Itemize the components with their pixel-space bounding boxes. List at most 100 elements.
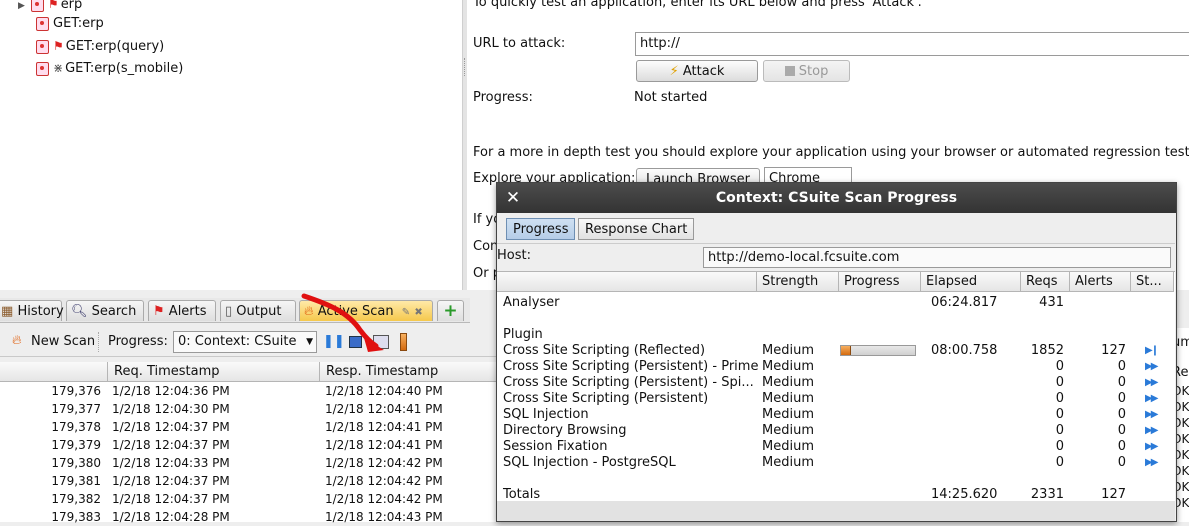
- row-resp-timestamp: 1/2/18 12:04:40 PM: [325, 384, 443, 398]
- plugin-name: Cross Site Scripting (Persistent) - Spi.…: [503, 375, 754, 390]
- pending-icon[interactable]: ▶▶: [1145, 375, 1158, 391]
- host-row: Host: http://demo-local.fcsuite.com: [497, 243, 1175, 270]
- analyser-elapsed: 06:24.817: [931, 295, 998, 310]
- plugin-reqs: 0: [1055, 359, 1064, 374]
- pending-icon[interactable]: ▶▶: [1145, 439, 1158, 455]
- tree-node-get-erp-query[interactable]: ⚑ GET:erp(query): [36, 36, 164, 56]
- tab-alerts[interactable]: ⚑ Alerts: [148, 300, 216, 321]
- column-header-progress[interactable]: Progress: [839, 272, 921, 292]
- plugin-strength: Medium: [762, 455, 814, 470]
- stop-button-label: Stop: [798, 64, 829, 79]
- column-header-strength[interactable]: Strength: [757, 272, 839, 292]
- plugin-progress-table: Strength Progress Elapsed Reqs Alerts St…: [497, 271, 1175, 502]
- plugin-strength: Medium: [762, 439, 814, 454]
- explore-description: For a more in depth test you should expl…: [473, 145, 1189, 160]
- column-header-id[interactable]: [0, 362, 108, 382]
- running-icon[interactable]: ▶❙: [1145, 343, 1159, 359]
- plugin-row[interactable]: Cross Site Scripting (Persistent) - Prim…: [497, 359, 1175, 375]
- document-icon: ▯: [225, 304, 233, 319]
- row-req-timestamp: 1/2/18 12:04:33 PM: [112, 456, 230, 470]
- plugin-row[interactable]: Session Fixation Medium 0 0 ▶▶: [497, 439, 1175, 455]
- tab-output[interactable]: ▯ Output: [220, 300, 296, 321]
- column-header-resp-timestamp[interactable]: Resp. Timestamp: [320, 362, 498, 382]
- row-resp-timestamp: 1/2/18 12:04:42 PM: [325, 474, 443, 488]
- plugin-alerts: 0: [1117, 407, 1126, 422]
- plugin-row[interactable]: SQL Injection - PostgreSQL Medium 0 0 ▶▶: [497, 455, 1175, 471]
- tree-node-erp[interactable]: ▶ ⚑ erp: [18, 0, 82, 14]
- plugin-row[interactable]: Directory Browsing Medium 0 0 ▶▶: [497, 423, 1175, 439]
- close-icon[interactable]: ✕: [503, 183, 523, 213]
- plugin-reqs: 1852: [1030, 343, 1064, 358]
- column-header-elapsed[interactable]: Elapsed: [921, 272, 1021, 292]
- plugin-progress-fill: [841, 346, 851, 355]
- plugin-reqs: 0: [1055, 455, 1064, 470]
- plugin-alerts: 127: [1101, 343, 1126, 358]
- url-label: URL to attack:: [473, 36, 566, 51]
- tab-history[interactable]: ▦ History: [0, 300, 64, 321]
- row-req-timestamp: 1/2/18 12:04:37 PM: [112, 420, 230, 434]
- pin-icon[interactable]: ✎: [402, 307, 410, 318]
- sites-tree: ▶ ⚑ erp GET:erp ⚑ GET:erp(query) ⋇ GET:erp(s…: [0, 0, 462, 290]
- pending-icon[interactable]: ▶▶: [1145, 455, 1158, 471]
- table-row[interactable]: 179,377 1/2/18 12:04:30 PM 1/2/18 12:04:41…: [0, 400, 498, 418]
- analyser-row: Analyser 06:24.817 431: [497, 295, 1175, 311]
- tab-search[interactable]: 🔍︎ Search: [66, 300, 144, 321]
- plugin-reqs: 0: [1055, 391, 1064, 406]
- table-row[interactable]: 179,380 1/2/18 12:04:33 PM 1/2/18 12:04:42…: [0, 454, 498, 472]
- column-header-req-timestamp[interactable]: Req. Timestamp: [108, 362, 320, 382]
- url-input[interactable]: http://: [635, 32, 1189, 56]
- pending-icon[interactable]: ▶▶: [1145, 391, 1158, 407]
- column-header-name[interactable]: [497, 272, 757, 292]
- pending-icon[interactable]: ▶▶: [1145, 407, 1158, 423]
- search-icon: 🔍︎: [71, 304, 88, 319]
- pending-icon[interactable]: ▶▶: [1145, 423, 1158, 439]
- history-icon: ▦: [1, 304, 14, 319]
- expand-triangle-icon[interactable]: ▶: [18, 1, 25, 11]
- plugin-alerts: 0: [1117, 439, 1126, 454]
- plugin-name: Directory Browsing: [503, 423, 627, 438]
- tab-response-chart[interactable]: Response Chart: [578, 218, 695, 240]
- host-select[interactable]: http://demo-local.fcsuite.com: [703, 247, 1171, 268]
- scan-progress-select[interactable]: 0: Context: CSuite ▼: [173, 331, 317, 353]
- table-row[interactable]: 179,376 1/2/18 12:04:36 PM 1/2/18 12:04:40…: [0, 382, 498, 400]
- table-row[interactable]: 179,381 1/2/18 12:04:37 PM 1/2/18 12:04:42…: [0, 472, 498, 490]
- alert-flag-icon: ⚑: [53, 39, 64, 53]
- tree-node-label: GET:erp(s_mobile): [65, 61, 184, 76]
- column-header-alerts[interactable]: Alerts: [1070, 272, 1131, 292]
- row-req-timestamp: 1/2/18 12:04:36 PM: [112, 384, 230, 398]
- row-resp-timestamp: 1/2/18 12:04:41 PM: [325, 438, 443, 452]
- plugin-row[interactable]: SQL Injection Medium 0 0 ▶▶: [497, 407, 1175, 423]
- plugin-strength: Medium: [762, 343, 814, 358]
- column-header-status[interactable]: St...: [1131, 272, 1174, 292]
- add-tab-button[interactable]: +: [437, 300, 464, 321]
- stop-button[interactable]: Stop: [763, 60, 850, 82]
- dialog-title: Context: CSuite Scan Progress: [497, 183, 1176, 213]
- table-row[interactable]: 179,378 1/2/18 12:04:37 PM 1/2/18 12:04:41…: [0, 418, 498, 436]
- table-row[interactable]: 179,383 1/2/18 12:04:28 PM 1/2/18 12:04:43…: [0, 508, 498, 526]
- plugin-name: Cross Site Scripting (Reflected): [503, 343, 706, 358]
- table-row[interactable]: 179,382 1/2/18 12:04:37 PM 1/2/18 12:04:42…: [0, 490, 498, 508]
- close-tab-icon[interactable]: ✖: [414, 307, 422, 318]
- tree-node-get-erp[interactable]: GET:erp: [36, 14, 104, 34]
- spider-icon: ⋇: [53, 61, 64, 75]
- row-req-timestamp: 1/2/18 12:04:30 PM: [112, 402, 230, 416]
- plugin-reqs: 0: [1055, 407, 1064, 422]
- pending-icon[interactable]: ▶▶: [1145, 359, 1158, 375]
- plugin-alerts: 0: [1117, 391, 1126, 406]
- annotation-arrow-icon: [301, 293, 384, 352]
- lightning-icon: ⚡: [669, 64, 679, 79]
- attack-button[interactable]: ⚡ Attack: [636, 60, 758, 82]
- row-req-timestamp: 1/2/18 12:04:37 PM: [112, 492, 230, 506]
- analyser-reqs: 431: [1039, 295, 1064, 310]
- plugin-row[interactable]: Cross Site Scripting (Persistent) Medium 0…: [497, 391, 1175, 407]
- alert-flag-icon: ⚑: [47, 0, 59, 11]
- tab-progress[interactable]: Progress: [506, 218, 576, 240]
- plugin-row[interactable]: Cross Site Scripting (Reflected) Medium 08…: [497, 343, 1175, 359]
- column-header-reqs[interactable]: Reqs: [1021, 272, 1070, 292]
- new-scan-button[interactable]: New Scan: [31, 334, 95, 349]
- table-row[interactable]: 179,379 1/2/18 12:04:37 PM 1/2/18 12:04:41…: [0, 436, 498, 454]
- host-select-value: http://demo-local.fcsuite.com: [708, 250, 900, 265]
- plugin-row[interactable]: Cross Site Scripting (Persistent) - Spi.…: [497, 375, 1175, 391]
- tree-node-get-erp-s-mobile[interactable]: ⋇ GET:erp(s_mobile): [36, 58, 183, 78]
- toolbar-separator: [98, 332, 100, 352]
